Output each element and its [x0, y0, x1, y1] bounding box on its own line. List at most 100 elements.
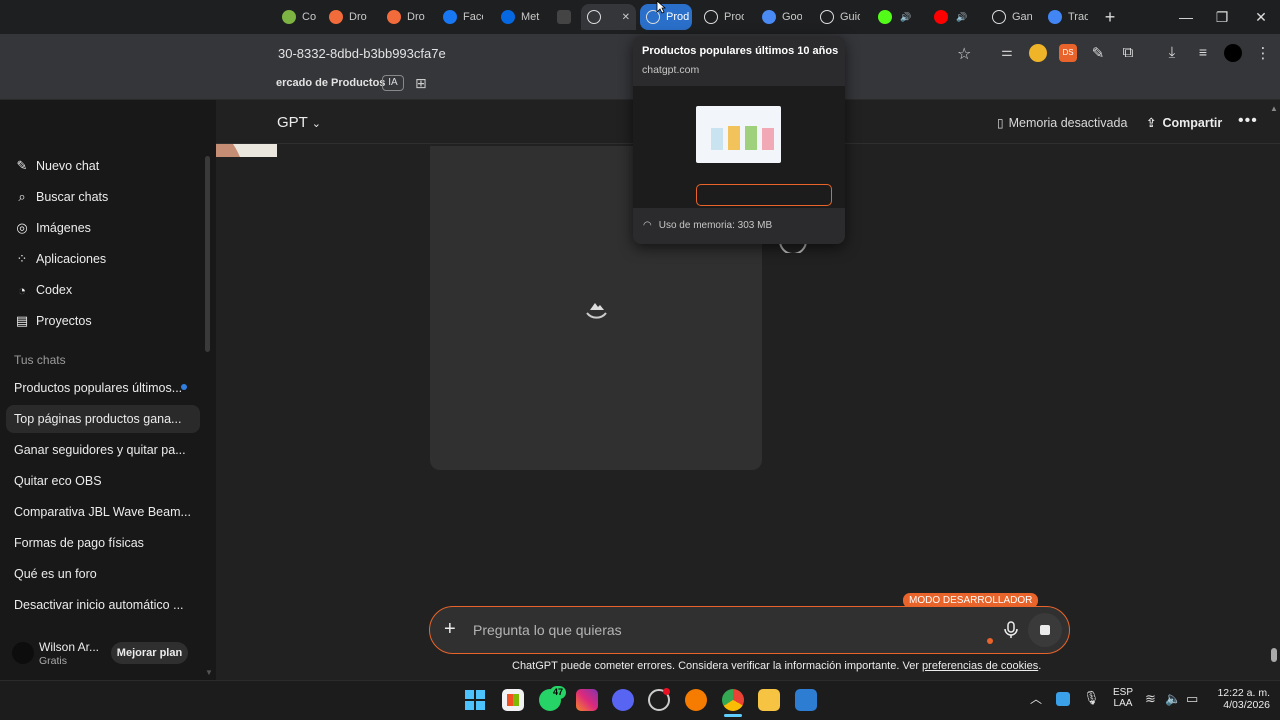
bookmark-star-icon[interactable]: ☆	[957, 44, 971, 64]
preview-thumbnail-image	[696, 106, 781, 163]
ia-favicon-icon	[557, 10, 571, 24]
stop-generation-button[interactable]	[1028, 613, 1062, 647]
tab-3[interactable]: Face	[437, 4, 483, 30]
tab-8[interactable]: Prod	[698, 4, 744, 30]
preview-composer	[696, 184, 832, 206]
microphone-icon[interactable]	[1003, 621, 1019, 639]
sidebar-scroll-down-icon[interactable]: ▼	[205, 668, 213, 677]
chevron-down-icon: ⌄	[311, 118, 321, 130]
share-label: Compartir	[1162, 115, 1223, 130]
tab-14[interactable]: Trad	[1042, 4, 1088, 30]
sidebar-item-label: Nuevo chat	[36, 159, 100, 173]
sidebar-item-5[interactable]: ▤ Proyectos	[14, 313, 92, 329]
extensions-puzzle-icon[interactable]: ⧉	[1119, 44, 1137, 62]
chat-history-item[interactable]: Comparativa JBL Wave Beam...	[14, 505, 191, 519]
search-icon: ⌕	[18, 189, 26, 204]
battery-icon[interactable]: ▭	[1186, 691, 1198, 707]
chrome-icon[interactable]	[722, 689, 744, 711]
url-field[interactable]: 30-8332-8dbd-b3bb993cfa7e	[278, 46, 446, 61]
tab-4[interactable]: Met	[495, 4, 541, 30]
new-tab-button[interactable]: +	[1099, 6, 1121, 28]
windows-start-icon[interactable]	[465, 690, 485, 710]
discord-icon[interactable]	[612, 689, 634, 711]
chat-history-item[interactable]: Desactivar inicio automático ...	[14, 598, 184, 612]
stop-icon	[1040, 625, 1050, 635]
sidebar-item-4[interactable]: ◔ Codex	[14, 282, 72, 298]
disclaimer-label: ChatGPT puede cometer errores. Considera…	[512, 660, 923, 672]
eyedropper-icon[interactable]: ✎	[1089, 44, 1107, 62]
tab-preview-popup: Productos populares últimos 10 años chat…	[633, 36, 845, 244]
extension-icon[interactable]: ⚌	[998, 44, 1016, 62]
ds-badge-label: DS	[1062, 48, 1074, 57]
chat-history-item[interactable]: Productos populares últimos...	[14, 381, 182, 395]
photos-icon[interactable]	[795, 689, 817, 711]
more-options-icon[interactable]: •••	[1238, 112, 1258, 130]
browser-menu-icon[interactable]: ⋮	[1254, 44, 1272, 62]
whatsapp-badge: 47	[550, 686, 567, 699]
sidebar-item-2[interactable]: ◎ Imágenes	[14, 220, 91, 236]
user-avatar[interactable]	[12, 642, 34, 664]
chat-history-item[interactable]: Formas de pago físicas	[14, 536, 144, 550]
chat-history-item[interactable]: Top páginas productos gana...	[14, 412, 181, 426]
chat-history-item[interactable]: Qué es un foro	[14, 567, 97, 581]
tray-microphone-icon[interactable]: 🎙	[1083, 690, 1100, 706]
instagram-icon[interactable]	[576, 689, 598, 711]
bookmark-apps-grid-icon[interactable]: ⊞	[415, 75, 427, 92]
sidebar-item-0[interactable]: ✎ Nuevo chat	[14, 158, 100, 174]
sidebar-scrollbar[interactable]	[205, 156, 210, 352]
tab-7[interactable]: Prod	[640, 4, 692, 30]
media-control-icon[interactable]: ≡	[1194, 44, 1212, 62]
tab-11[interactable]: 🔊	[872, 4, 918, 30]
tray-app-icon[interactable]	[1056, 692, 1070, 706]
cookie-preferences-link[interactable]: preferencias de cookies	[922, 660, 1038, 672]
file-explorer-icon[interactable]	[758, 689, 780, 711]
close-tab-icon[interactable]: ✕	[622, 12, 630, 23]
tab-audio-icon[interactable]: 🔊	[956, 12, 967, 23]
add-attachment-icon[interactable]: +	[444, 618, 456, 641]
chat-history-item[interactable]: Quitar eco OBS	[14, 474, 102, 488]
memory-status[interactable]: ▯ Memoria desactivada	[997, 116, 1127, 130]
tab-audio-icon[interactable]: 🔊	[900, 12, 911, 23]
prompt-input[interactable]: Pregunta lo que quieras	[473, 622, 622, 638]
tab-0[interactable]: Col	[276, 4, 316, 30]
page-scrollbar-thumb[interactable]	[1271, 648, 1277, 662]
page-scroll-up-icon[interactable]: ▲	[1270, 104, 1278, 113]
blue-f-favicon-icon	[443, 10, 457, 24]
tab-9[interactable]: Goo	[756, 4, 802, 30]
download-icon[interactable]: ⤓	[1163, 44, 1181, 62]
tab-1[interactable]: Dro	[323, 4, 369, 30]
restore-window-button[interactable]: ❐	[1211, 6, 1233, 28]
recording-indicator	[987, 638, 993, 644]
tab-13[interactable]: Gan	[986, 4, 1032, 30]
wifi-icon[interactable]: ≋	[1145, 691, 1156, 707]
sidebar-item-1[interactable]: ⌕ Buscar chats	[14, 189, 108, 205]
model-selector[interactable]: GPT ⌄	[277, 114, 321, 131]
tab-12[interactable]: 🔊	[928, 4, 974, 30]
sidebar-item-3[interactable]: ⁘ Aplicaciones	[14, 251, 107, 267]
microsoft-store-icon[interactable]	[502, 689, 524, 711]
memory-label: Memoria desactivada	[1008, 116, 1128, 130]
tab-6[interactable]: ✕	[581, 4, 636, 30]
tray-overflow-icon[interactable]: ︿	[1030, 690, 1042, 707]
fl-studio-icon[interactable]	[685, 689, 707, 711]
profile-avatar[interactable]	[1224, 44, 1242, 62]
upgrade-plan-button[interactable]: Mejorar plan	[111, 642, 188, 664]
tab-10[interactable]: Guid	[814, 4, 860, 30]
clock[interactable]: 12:22 a. m. 4/03/2026	[1214, 687, 1270, 711]
extension-orange-icon[interactable]	[1029, 44, 1047, 62]
language-indicator[interactable]: ESP LAA	[1113, 687, 1133, 709]
tab-5[interactable]: IA	[551, 4, 577, 30]
bookmark-ia-badge[interactable]: IA	[382, 75, 404, 91]
share-button[interactable]: ⇪ Compartir	[1146, 115, 1223, 131]
preview-cup-4	[762, 128, 774, 150]
ds-extension-icon[interactable]: DS	[1059, 44, 1077, 62]
close-window-button[interactable]: ✕	[1250, 6, 1272, 28]
chat-history-item[interactable]: Ganar seguidores y quitar pa...	[14, 443, 186, 457]
volume-icon[interactable]: 🔈	[1165, 691, 1181, 707]
minimize-window-button[interactable]: —	[1175, 6, 1197, 28]
clock-time: 12:22 a. m.	[1217, 687, 1270, 699]
user-name[interactable]: Wilson Ar...	[39, 640, 99, 654]
green-favicon-icon	[282, 10, 296, 24]
tab-2[interactable]: Dro	[381, 4, 427, 30]
bookmark-item[interactable]: ercado de Productos	[276, 77, 385, 89]
